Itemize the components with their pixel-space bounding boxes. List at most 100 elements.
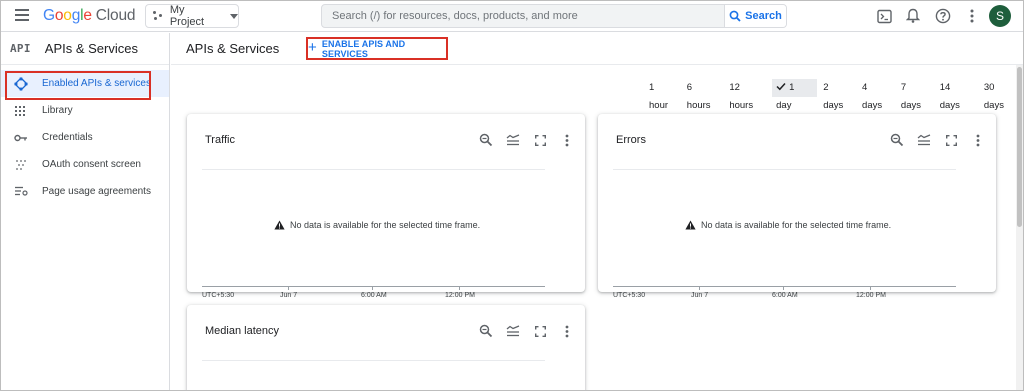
sidebar-item-label: Enabled APIs & services xyxy=(42,78,151,89)
sidebar-item-label: Page usage agreements xyxy=(42,186,151,197)
legend-toggle-icon[interactable] xyxy=(503,322,523,340)
fullscreen-icon[interactable] xyxy=(530,322,550,340)
card-title: Median latency xyxy=(205,325,279,337)
axis-label: 12:00 PM xyxy=(445,292,475,299)
axis-label: 6:00 AM xyxy=(772,292,798,299)
card-toolbar xyxy=(880,131,988,149)
search-icon xyxy=(729,10,741,22)
sidebar: API APIs & Services Enabled APIs & servi… xyxy=(1,33,170,390)
project-dots-icon xyxy=(153,11,163,21)
axis-tick xyxy=(783,286,784,290)
axis-tick xyxy=(870,286,871,290)
x-axis xyxy=(613,286,956,287)
chevron-down-icon xyxy=(230,13,238,19)
card-divider xyxy=(202,169,545,170)
sidebar-title: APIs & Services xyxy=(44,41,138,56)
axis-label: Jun 7 xyxy=(691,292,709,299)
plus-icon: + xyxy=(308,39,317,56)
account-avatar[interactable]: S xyxy=(989,5,1011,27)
google-cloud-logo[interactable]: Google Cloud xyxy=(43,7,135,25)
sidebar-item-enabled-apis[interactable]: Enabled APIs & services xyxy=(1,70,169,100)
scrollbar-thumb[interactable] xyxy=(1017,67,1022,227)
key-icon xyxy=(14,131,28,145)
range-1-hour[interactable]: 1 hour xyxy=(644,79,681,111)
oauth-dots-icon xyxy=(14,158,28,172)
axis-label: UTC+5:30 xyxy=(613,292,646,299)
project-name: My Project xyxy=(169,4,205,28)
errors-card: Errors No data is available for the sele… xyxy=(598,114,996,299)
warning-icon xyxy=(274,220,285,230)
axis-tick xyxy=(372,286,373,290)
no-data-text: No data is available for the selected ti… xyxy=(701,220,892,230)
more-vert-icon[interactable] xyxy=(968,131,988,149)
card-toolbar xyxy=(469,131,577,149)
zoom-search-icon[interactable] xyxy=(476,322,496,340)
page-title: APIs & Services xyxy=(186,41,280,56)
no-data-text: No data is available for the selected ti… xyxy=(290,220,481,230)
settings-list-icon xyxy=(14,185,28,199)
sidebar-item-label: Credentials xyxy=(42,132,93,143)
no-data-message: No data is available for the selected ti… xyxy=(274,220,480,230)
axis-tick xyxy=(699,286,700,290)
search-button-label: Search xyxy=(745,10,782,22)
axis-label: Jun 7 xyxy=(280,292,298,299)
search-button[interactable]: Search xyxy=(724,5,786,27)
more-vert-icon[interactable] xyxy=(557,131,577,149)
sidebar-item-oauth-consent[interactable]: OAuth consent screen xyxy=(1,151,169,178)
card-title: Traffic xyxy=(205,134,235,146)
api-diamond-icon xyxy=(14,76,28,91)
api-badge-icon: API xyxy=(10,42,31,55)
sidebar-item-page-usage[interactable]: Page usage agreements xyxy=(1,178,169,205)
legend-toggle-icon[interactable] xyxy=(503,131,523,149)
range-2-days[interactable]: 2 days xyxy=(818,79,856,111)
range-4-days[interactable]: 4 days xyxy=(857,79,895,111)
range-1-day[interactable]: 1 day xyxy=(772,79,818,111)
fullscreen-icon[interactable] xyxy=(941,131,961,149)
axis-tick xyxy=(288,286,289,290)
check-icon xyxy=(776,82,786,91)
axis-label: UTC+5:30 xyxy=(202,292,235,299)
legend-toggle-icon[interactable] xyxy=(914,131,934,149)
time-range-selector: 1 hour 6 hours 12 hours 1 day 2 days 4 d… xyxy=(644,79,1023,111)
axis-label: 6:00 AM xyxy=(361,292,387,299)
more-vert-icon[interactable] xyxy=(557,322,577,340)
search-input[interactable] xyxy=(322,5,724,27)
no-data-message: No data is available for the selected ti… xyxy=(685,220,891,230)
sidebar-item-credentials[interactable]: Credentials xyxy=(1,124,169,151)
sidebar-item-library[interactable]: Library xyxy=(1,97,169,124)
zoom-search-icon[interactable] xyxy=(476,131,496,149)
fullscreen-icon[interactable] xyxy=(530,131,550,149)
main-content: APIs & Services + ENABLE APIS AND SERVIC… xyxy=(171,33,1023,390)
range-14-days[interactable]: 14 days xyxy=(935,79,978,111)
range-12-hours[interactable]: 12 hours xyxy=(724,79,771,111)
card-divider xyxy=(202,360,545,361)
notifications-bell-icon[interactable] xyxy=(904,7,922,25)
help-icon[interactable] xyxy=(934,7,952,25)
library-grid-icon xyxy=(14,104,28,118)
app-window: GoogleCloud My Project Search S xyxy=(0,0,1024,391)
main-menu-icon[interactable] xyxy=(15,9,29,21)
cloud-shell-icon[interactable] xyxy=(875,7,893,25)
main-scrollbar[interactable] xyxy=(1016,65,1023,390)
project-picker[interactable]: My Project xyxy=(145,4,239,28)
card-divider xyxy=(613,169,956,170)
sidebar-item-label: OAuth consent screen xyxy=(42,159,141,170)
zoom-search-icon[interactable] xyxy=(887,131,907,149)
card-toolbar xyxy=(469,322,577,340)
search-bar: Search xyxy=(321,4,787,28)
range-6-hours[interactable]: 6 hours xyxy=(682,79,724,111)
card-title: Errors xyxy=(616,134,646,146)
axis-label: 12:00 PM xyxy=(856,292,886,299)
enable-apis-button[interactable]: + ENABLE APIS AND SERVICES xyxy=(306,37,448,60)
sidebar-header: API APIs & Services xyxy=(1,33,169,65)
main-header: APIs & Services xyxy=(171,33,1023,65)
range-7-days[interactable]: 7 days xyxy=(896,79,934,111)
enable-apis-label: ENABLE APIS AND SERVICES xyxy=(321,38,406,59)
axis-tick xyxy=(459,286,460,290)
traffic-card: Traffic No data is available for the sel… xyxy=(187,114,585,299)
sidebar-item-label: Library xyxy=(42,105,73,116)
x-axis xyxy=(202,286,545,287)
top-bar: GoogleCloud My Project Search S xyxy=(1,1,1023,32)
more-vert-icon[interactable] xyxy=(963,7,981,25)
median-latency-card: Median latency xyxy=(187,305,585,390)
